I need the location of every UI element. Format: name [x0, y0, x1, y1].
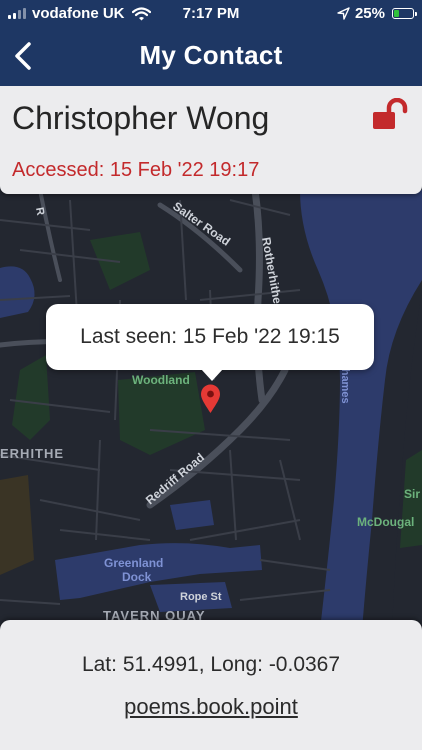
app-header: vodafone UK 7:17 PM 25% My Contact — [0, 0, 422, 86]
status-right: 25% — [337, 5, 417, 22]
chevron-left-icon — [15, 42, 31, 70]
long-label: Long: — [210, 653, 263, 676]
wifi-icon — [131, 6, 151, 20]
map-label-district: ERHITHE — [0, 446, 64, 461]
contact-name: Christopher Wong — [12, 100, 270, 136]
map-label-rope-st: Rope St — [180, 591, 222, 603]
battery-icon — [392, 8, 417, 19]
coordinates: Lat: 51.4991, Long: -0.0367 — [81, 653, 341, 676]
lat-value: 51.4991 — [122, 653, 199, 676]
status-bar: vodafone UK 7:17 PM 25% — [0, 0, 422, 30]
carrier-group: vodafone UK — [8, 5, 151, 22]
last-seen-callout: Last seen: 15 Feb '22 19:15 — [46, 304, 374, 381]
contact-card: Christopher Wong Accessed: 15 Feb '22 19… — [0, 86, 422, 194]
long-value: -0.0367 — [268, 653, 341, 676]
back-button[interactable] — [6, 36, 40, 76]
battery-fill — [394, 10, 399, 17]
unlocked-padlock-icon[interactable] — [372, 98, 412, 132]
lat-label: Lat: — [81, 653, 117, 676]
page-title: My Contact — [139, 40, 283, 70]
nav-bar: My Contact — [0, 32, 422, 80]
location-arrow-icon — [337, 7, 350, 20]
location-panel: Lat: 51.4991, Long: -0.0367 poems.book.p… — [0, 620, 422, 750]
map-label-sir-john: Sir Jo — [404, 487, 422, 501]
map-label-mcdougal: McDougal — [357, 515, 414, 529]
location-pin-icon[interactable] — [200, 384, 221, 414]
map-label-dock: Dock — [122, 570, 152, 584]
accessed-timestamp: Accessed: 15 Feb '22 19:17 — [12, 159, 260, 181]
battery-percent: 25% — [354, 5, 385, 22]
signal-icon — [8, 8, 26, 19]
carrier-name: vodafone UK — [32, 5, 125, 22]
last-seen-text: Last seen: 15 Feb '22 19:15 — [80, 325, 340, 348]
what3words-link[interactable]: poems.book.point — [0, 694, 422, 720]
map-label-woodland: Woodland — [132, 373, 190, 387]
map-label-greenland: Greenland — [104, 556, 163, 570]
